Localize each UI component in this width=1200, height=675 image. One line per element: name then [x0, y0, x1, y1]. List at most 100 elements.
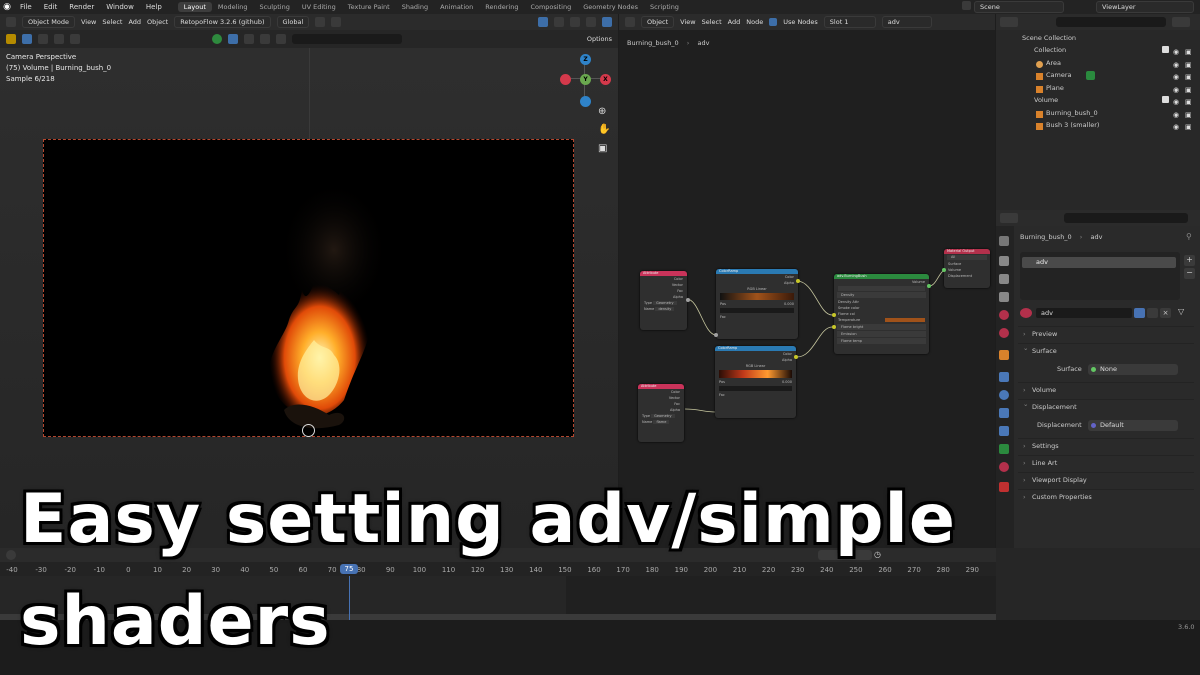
tab-texture-paint[interactable]: Texture Paint	[342, 2, 396, 12]
surface-shader-field[interactable]: None	[1088, 364, 1178, 375]
pos-value[interactable]: 0.000	[782, 379, 792, 385]
flame-temp-field[interactable]: Flame temp	[837, 338, 926, 344]
material-tab-icon[interactable]	[999, 462, 1009, 472]
outliner-item-volume[interactable]: Volume	[1034, 96, 1058, 104]
3d-viewport[interactable]: Camera Perspective (75) Volume | Burning…	[0, 48, 618, 548]
gizmo-toggle-icon[interactable]	[538, 17, 548, 27]
duplicate-material-icon[interactable]	[1147, 308, 1158, 318]
type-dropdown[interactable]: Geometry	[653, 301, 677, 305]
attribute-node-density[interactable]: Attribute Color Vector Fac Alpha Type Ge…	[640, 271, 687, 330]
material-output-node[interactable]: Material Output All Surface Volume Displ…	[944, 249, 990, 288]
texture-tab-icon[interactable]	[999, 482, 1009, 492]
panel-custom-properties[interactable]: Custom Properties	[1018, 489, 1194, 505]
menu-add[interactable]: Add	[128, 18, 141, 26]
tab-geometry-nodes[interactable]: Geometry Nodes	[577, 2, 644, 12]
timeline-editor-type-icon[interactable]	[6, 550, 16, 560]
scene-collection-item[interactable]: Scene Collection	[1022, 34, 1076, 42]
gizmo-neg-z-axis[interactable]	[580, 96, 591, 107]
ramp-color-swatch[interactable]	[720, 308, 794, 313]
properties-search-input[interactable]	[1064, 213, 1188, 223]
tab-sculpting[interactable]: Sculpting	[253, 2, 295, 12]
gizmo-x-axis[interactable]: X	[600, 74, 611, 85]
select-mode2-icon[interactable]	[54, 34, 64, 44]
name-field[interactable]: density	[655, 307, 675, 311]
menu-file[interactable]: File	[14, 3, 38, 11]
add-slot-button[interactable]: +	[1184, 255, 1195, 266]
gizmo-y-axis[interactable]: Y	[580, 74, 591, 85]
socket-fac-in[interactable]	[714, 333, 718, 337]
object-tab-icon[interactable]	[999, 350, 1009, 360]
socket-volume-out[interactable]	[927, 284, 931, 288]
playhead-line[interactable]	[349, 576, 350, 620]
material-slot-item[interactable]: adv	[1022, 257, 1176, 268]
options-button[interactable]: Options	[587, 35, 612, 43]
menu-edit[interactable]: Edit	[38, 3, 64, 11]
filter-light-icon[interactable]	[276, 34, 286, 44]
burning-bush-shader-node[interactable]: adv.BurningBush Volume Density Density A…	[834, 274, 929, 354]
menu-view[interactable]: View	[81, 18, 96, 26]
viewport-search-input[interactable]	[292, 34, 402, 44]
node-menu-select[interactable]: Select	[702, 18, 722, 26]
shader-type-selector[interactable]: Object	[641, 16, 675, 28]
physics-tab-icon[interactable]	[999, 408, 1009, 418]
node-menu-add[interactable]: Add	[728, 18, 741, 26]
constraints-tab-icon[interactable]	[999, 426, 1009, 436]
output-tab-icon[interactable]	[999, 274, 1009, 284]
particles-tab-icon[interactable]	[999, 390, 1009, 400]
socket-color-out[interactable]	[796, 279, 800, 283]
socket-volume-in[interactable]	[942, 268, 946, 272]
outliner-search-input[interactable]	[1056, 17, 1166, 27]
emission-field[interactable]: Emission	[837, 331, 926, 337]
retopoflow-button[interactable]: RetopoFlow 3.2.6 (github)	[174, 16, 271, 28]
tab-scripting[interactable]: Scripting	[644, 2, 685, 12]
pin-icon[interactable]: ⚲	[1186, 232, 1192, 241]
panel-displacement[interactable]: Displacement	[1018, 397, 1194, 414]
ramp-mode[interactable]: RGB	[747, 287, 755, 291]
tool-tab-icon[interactable]	[999, 236, 1009, 246]
panel-preview[interactable]: Preview	[1018, 326, 1194, 342]
menu-select[interactable]: Select	[102, 18, 122, 26]
gizmo-z-axis[interactable]: Z	[580, 54, 591, 65]
render-camera-icons[interactable]: ▣ ▣ ▣ ▣ ▣ ▣ ▣	[1185, 46, 1192, 134]
material-output-header[interactable]: Material Output	[944, 249, 990, 254]
group-selector[interactable]	[838, 286, 925, 291]
color-ramp-gradient[interactable]	[719, 370, 792, 378]
panel-volume[interactable]: Volume	[1018, 382, 1194, 398]
fake-user-icon[interactable]	[1134, 308, 1145, 318]
properties-editor-type-icon[interactable]	[1000, 213, 1018, 223]
density-field[interactable]: Density	[837, 292, 926, 298]
scene-icon[interactable]	[962, 1, 971, 12]
ramp-interp[interactable]: Linear	[756, 287, 767, 291]
color-ramp-node-2[interactable]: ColorRamp Color Alpha RGB Linear Pos 0.0…	[715, 346, 796, 418]
overlay-icon[interactable]	[554, 17, 564, 27]
panel-line-art[interactable]: Line Art	[1018, 455, 1194, 471]
shading-solid-icon[interactable]	[586, 17, 596, 27]
ramp-color-swatch[interactable]	[719, 386, 792, 391]
scene-tab-icon[interactable]	[999, 310, 1009, 320]
tab-modeling[interactable]: Modeling	[212, 2, 254, 12]
outliner-filter-icon[interactable]	[1172, 17, 1190, 27]
camera-view-icon[interactable]: ▣	[598, 143, 607, 154]
select-mode3-icon[interactable]	[70, 34, 80, 44]
temp-color-swatch[interactable]	[885, 318, 925, 322]
material-name-field[interactable]: adv	[1036, 308, 1132, 318]
use-nodes-checkbox[interactable]	[769, 18, 778, 26]
modifier-tab-icon[interactable]	[999, 372, 1009, 382]
tab-uv-editing[interactable]: UV Editing	[296, 2, 342, 12]
select-tool-icon[interactable]	[6, 34, 16, 44]
type-dropdown[interactable]: Geometry	[651, 414, 675, 418]
menu-render[interactable]: Render	[63, 3, 100, 11]
editor-type-icon[interactable]	[6, 17, 16, 27]
socket-fac-out[interactable]	[686, 298, 690, 302]
node-editor-type-icon[interactable]	[625, 17, 635, 27]
outliner-item-camera[interactable]: Camera	[1046, 71, 1072, 79]
material-link-dropdown-icon[interactable]: ▽	[1178, 307, 1184, 316]
temperature-row[interactable]: Temperature	[834, 317, 929, 323]
outliner-item-plane[interactable]: Plane	[1046, 84, 1064, 92]
tab-compositing[interactable]: Compositing	[524, 2, 577, 12]
world-tab-icon[interactable]	[999, 328, 1009, 338]
orientation-selector[interactable]: Global	[276, 16, 310, 28]
color-ramp-node-1[interactable]: ColorRamp Color Alpha RGB Linear Pos 0.0…	[716, 269, 798, 339]
ramp-mode[interactable]: RGB	[746, 364, 754, 368]
current-frame-indicator[interactable]: 75	[340, 564, 358, 574]
